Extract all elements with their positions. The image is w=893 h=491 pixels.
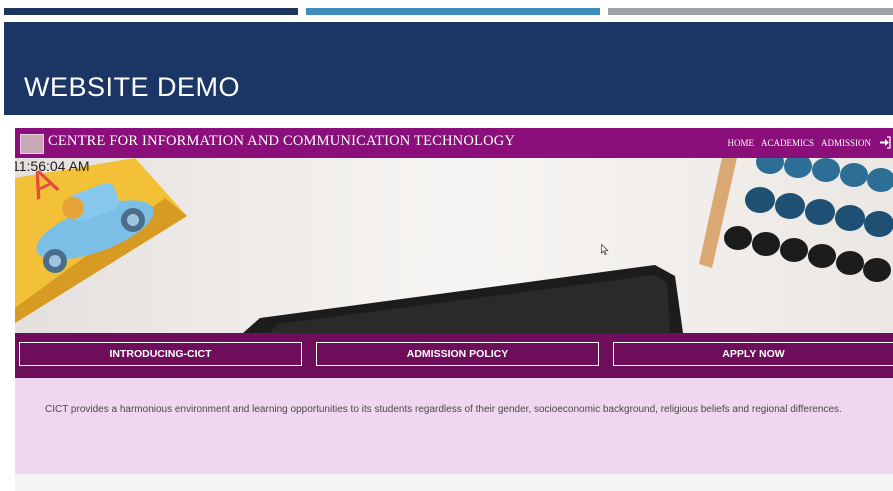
site-navbar: CENTRE FOR INFORMATION AND COMMUNICATION… — [15, 128, 893, 158]
footer-strip — [15, 478, 893, 491]
slide-header: WEBSITE DEMO — [4, 22, 893, 115]
intro-text: CICT provides a harmonious environment a… — [45, 404, 842, 415]
slide-title: WEBSITE DEMO — [24, 72, 241, 102]
intro-section: CICT provides a harmonious environment a… — [15, 378, 893, 474]
accent-bar-dark-blue — [4, 8, 298, 15]
introducing-cict-button[interactable]: INTRODUCING-CICT — [19, 342, 302, 366]
accent-bar-light-blue — [306, 8, 600, 15]
action-button-bar: INTRODUCING-CICT ADMISSION POLICY APPLY … — [15, 333, 893, 378]
nav-academics[interactable]: ACADEMICS — [761, 138, 814, 148]
logo[interactable] — [20, 134, 44, 154]
nav-home[interactable]: HOME — [727, 138, 754, 148]
clock-display: 11:56:04 AM — [15, 158, 90, 174]
mouse-cursor-icon — [601, 244, 609, 255]
hero-illustration: A — [15, 158, 893, 333]
apply-now-button[interactable]: APPLY NOW — [613, 342, 893, 366]
site-brand[interactable]: CENTRE FOR INFORMATION AND COMMUNICATION… — [48, 133, 515, 150]
nav-links: HOME ACADEMICS ADMISSION — [727, 138, 871, 148]
nav-admission[interactable]: ADMISSION — [821, 138, 871, 148]
website-preview: CENTRE FOR INFORMATION AND COMMUNICATION… — [15, 128, 893, 478]
hero-image: A 11:56:04 AM — [15, 158, 893, 333]
sign-in-icon[interactable] — [879, 136, 891, 149]
accent-bar-gray — [608, 8, 893, 15]
admission-policy-button[interactable]: ADMISSION POLICY — [316, 342, 599, 366]
